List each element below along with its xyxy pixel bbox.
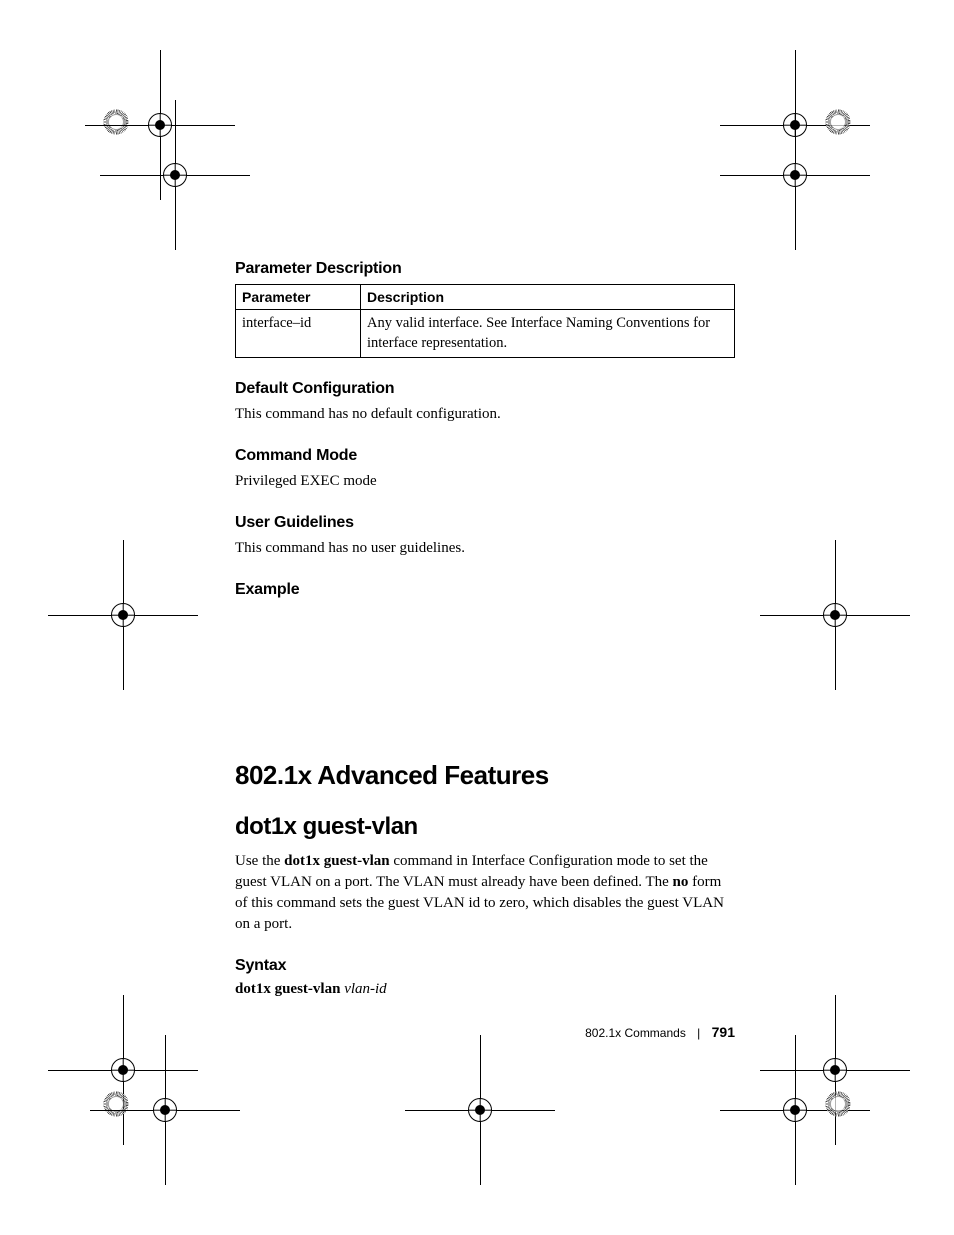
table-header-description: Description	[361, 285, 735, 310]
footer-page-number: 791	[712, 1024, 735, 1040]
text-fragment-bold: no	[673, 874, 689, 890]
footer-section-label: 802.1x Commands	[585, 1026, 686, 1040]
page-footer: 802.1x Commands | 791	[235, 1024, 735, 1040]
registration-mark-icon	[88, 580, 158, 650]
table-cell-desc: Any valid interface. See Interface Namin…	[361, 310, 735, 358]
footer-separator: |	[697, 1026, 700, 1040]
registration-mark-icon	[140, 140, 210, 210]
table-cell-param: interface–id	[236, 310, 361, 358]
text-command-mode: Privileged EXEC mode	[235, 471, 735, 492]
rosette-icon	[822, 106, 854, 138]
registration-mark-icon	[800, 580, 870, 650]
rosette-icon	[822, 1088, 854, 1120]
registration-mark-icon	[445, 1075, 515, 1145]
heading-advanced-features: 802.1x Advanced Features	[235, 760, 735, 791]
page-body: Parameter Description Parameter Descript…	[235, 260, 735, 998]
text-fragment: Use the	[235, 853, 284, 869]
heading-dot1x-guest-vlan: dot1x guest-vlan	[235, 813, 735, 841]
table-row: interface–id Any valid interface. See In…	[236, 310, 735, 358]
table-header-row: Parameter Description	[236, 285, 735, 310]
heading-syntax: Syntax	[235, 957, 735, 975]
registration-mark-icon	[760, 1075, 830, 1145]
heading-example: Example	[235, 581, 735, 599]
rosette-icon	[100, 1088, 132, 1120]
text-user-guidelines: This command has no user guidelines.	[235, 538, 735, 559]
text-fragment-bold: dot1x guest-vlan	[284, 853, 389, 869]
text-guest-vlan-description: Use the dot1x guest-vlan command in Inte…	[235, 851, 735, 935]
heading-default-configuration: Default Configuration	[235, 380, 735, 398]
registration-mark-icon	[130, 1075, 200, 1145]
text-default-configuration: This command has no default configuratio…	[235, 404, 735, 425]
syntax-argument: vlan-id	[344, 981, 387, 997]
syntax-text: dot1x guest-vlan vlan-id	[235, 981, 735, 998]
heading-user-guidelines: User Guidelines	[235, 514, 735, 532]
parameter-table: Parameter Description interface–id Any v…	[235, 284, 735, 358]
syntax-command: dot1x guest-vlan	[235, 981, 344, 997]
registration-mark-icon	[760, 140, 830, 210]
heading-command-mode: Command Mode	[235, 447, 735, 465]
table-header-parameter: Parameter	[236, 285, 361, 310]
heading-parameter-description: Parameter Description	[235, 260, 735, 278]
